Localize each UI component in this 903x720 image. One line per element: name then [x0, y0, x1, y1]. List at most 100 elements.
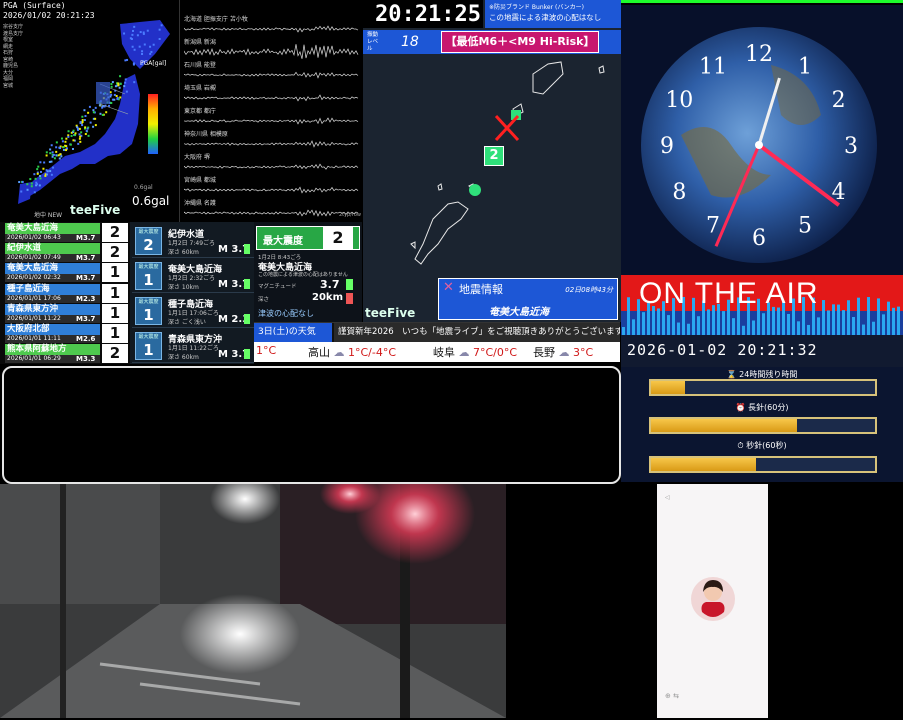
equalizer-bar [722, 311, 725, 335]
depth-bar [346, 293, 353, 304]
datetime-display: 2026-01-02 20:21:32 [621, 335, 903, 367]
equalizer-bar [742, 325, 745, 335]
equalizer-bar [857, 297, 860, 335]
eq-list-item[interactable]: 種子島近海 2026/01/01 17:06 M2.3 1 [2, 283, 130, 304]
bunker-banner-sub: この地震による津波の心配はなし [489, 13, 602, 22]
remain-label-3: ⏱ 秒針(60秒) [737, 441, 787, 450]
eq-info-box: ✕ 地震情報 02日08時43分 奄美大島近海 [438, 278, 618, 320]
equalizer-bar [882, 314, 885, 335]
eq-list-item[interactable]: 紀伊水道 2026/01/02 07:49 M3.7 2 [2, 243, 130, 263]
waveform-trace [184, 163, 359, 170]
equalizer-bar [847, 300, 850, 335]
avatar [691, 577, 735, 621]
analog-clock-panel: 12 1 2 3 4 5 6 7 8 9 10 11 [621, 5, 903, 275]
eq-card-depth: 深さ ごく浅い [168, 319, 206, 326]
eq-card[interactable]: 最大震度 1 奄美大島近海 1月2日 2:32ごろ 深さ 10km M 3.7 [132, 259, 254, 293]
eq-list-item[interactable]: 奄美大島近海 2026/01/02 02:32 M3.7 1 [2, 263, 130, 283]
waveform-row: 新潟県 新潟 [184, 37, 360, 62]
mag-value: 3.7 [320, 278, 340, 291]
cloud-icon: ☁ [558, 346, 573, 359]
equalizer-bar [632, 319, 635, 335]
clock-numeral: 1 [798, 54, 812, 79]
equalizer-bar [687, 323, 690, 335]
waveform-row: 埼玉県 岩槻 [184, 83, 360, 108]
eq-list-item[interactable]: 熊本県阿蘇地方 2026/01/01 06:29 M3.3 2 [2, 344, 130, 364]
map-brand: teeFive [365, 306, 416, 320]
weather-city: 岐阜 ☁ 7°C/0°C [433, 344, 517, 360]
equalizer-bar [832, 304, 835, 335]
weather-city-name: 岐阜 [433, 346, 459, 359]
equalizer-bar [867, 297, 870, 335]
clock-numeral: 12 [745, 42, 773, 67]
eq-list-mag: M3.3 [76, 355, 96, 364]
equalizer-bar [877, 298, 880, 335]
stream-screen: PGA (Surface) 2026/01/02 20:21:23 宗谷支庁 渡島支… [0, 0, 903, 720]
equalizer-bar [732, 318, 735, 335]
equalizer-bar [797, 321, 800, 335]
tsunami-status: 津波の心配なし [258, 309, 314, 318]
eq-info-time: 02日08時43分 [565, 286, 613, 294]
equalizer-bar [852, 317, 855, 335]
remain-bar-2 [649, 417, 877, 434]
remain-fill [651, 419, 797, 432]
eq-list-mag: M3.7 [76, 314, 96, 323]
eq-list-item[interactable]: 青森県東方沖 2026/01/01 11:22 M3.7 1 [2, 303, 130, 324]
waveform-row: 宮崎県 都城 [184, 175, 360, 200]
clock-numeral: 8 [672, 180, 686, 205]
eq-list-shindo: 2 [102, 223, 128, 242]
equalizer-bar [872, 321, 875, 335]
eq-list-mag: M2.6 [76, 335, 96, 343]
eq-card-bar [244, 349, 250, 359]
intensity-marker: 2 [484, 146, 504, 166]
waveform-scale: 2typ/row [338, 212, 361, 218]
eq-list-shindo: 1 [102, 324, 128, 343]
earthquake-list: 奄美大島近海 2026/01/02 06:43 M3.7 2 紀伊水道 2026/01/0… [0, 222, 130, 364]
map-clock: 20:21:25 [375, 2, 481, 27]
equalizer-bar [677, 322, 680, 335]
eq-card-bar [244, 314, 250, 324]
eq-card[interactable]: 最大震度 2 紀伊水道 1月2日 7:49ごろ 深さ 60km M 3.7 [132, 224, 254, 258]
weather-city-temp: 1°C/-4°C [348, 346, 397, 359]
eq-list-shindo: 1 [102, 283, 128, 303]
back-icon[interactable]: ◁ [665, 494, 670, 501]
equalizer-bar [777, 307, 780, 335]
eq-list-mag: M2.3 [76, 294, 96, 303]
waveform-trace [184, 186, 359, 194]
eq-card[interactable]: 最大震度 1 種子島近海 1月1日 17:06ごろ 深さ ごく浅い M 2.3 [132, 294, 254, 328]
remain-fill [651, 458, 757, 471]
bottom-icons[interactable]: ⊕ ⇆ [665, 692, 679, 700]
equalizer-bar [887, 301, 890, 335]
remain-label-2: ⏰ 長針(60分) [735, 403, 789, 412]
analog-clock: 12 1234567891011 [621, 5, 903, 275]
epicenter-map-panel: 20:21:25 ※防災ブランド Bunker (バンカー) この地震による津波… [363, 0, 621, 322]
eq-list-item[interactable]: 奄美大島近海 2026/01/02 06:43 M3.7 2 [2, 223, 130, 243]
waveform-trace [184, 94, 359, 102]
max-intensity-note: この地震による津波の心配はありません [258, 272, 348, 278]
pga-gal-value: 0.6gal [132, 194, 170, 208]
weather-city: 長野 ☁ 3°C [533, 344, 593, 360]
x-icon: ✕ [443, 280, 454, 295]
pga-panel: PGA (Surface) 2026/01/02 20:21:23 宗谷支庁 渡島支… [0, 0, 180, 222]
equalizer-bar [842, 310, 845, 335]
street-scene [0, 484, 506, 718]
eq-info-place: 奄美大島近海 [489, 307, 549, 318]
shindo-badge-value: 1 [143, 341, 154, 359]
shindo-badge: 最大震度 2 [135, 227, 162, 255]
weather-city: 高山 ☁ 1°C/-4°C [308, 344, 396, 360]
waveform-row: 沖縄県 名護 [184, 198, 360, 223]
shindo-badge-label: 最大震度 [138, 264, 159, 270]
equalizer-bar [627, 297, 630, 335]
clock-numeral: 9 [660, 134, 674, 159]
weather-city-name: 高山 [308, 346, 334, 359]
waveform-panel: 北海道 胆振支庁 苫小牧 新潟県 新潟 石川県 能登 埼玉県 岩槻 東京都 都庁 神奈川県… [180, 0, 363, 222]
eq-list-mag: M3.7 [76, 274, 96, 283]
eq-list-mag: M3.7 [76, 254, 96, 263]
remain-fill [651, 381, 685, 394]
remain-bar-3 [649, 456, 877, 473]
eq-card-time: 1月2日 2:32ごろ [168, 275, 216, 282]
eq-card[interactable]: 最大震度 1 青森県東方沖 1月1日 11:22ごろ 深さ 60km M 3.7 [132, 329, 254, 363]
weather-title: 3日(土)の天気 [254, 323, 332, 342]
eq-list-shindo: 2 [102, 344, 128, 364]
weather-city-name: 長野 [533, 346, 559, 359]
eq-list-item[interactable]: 大阪府北部 2026/01/01 11:11 M2.6 1 [2, 324, 130, 344]
